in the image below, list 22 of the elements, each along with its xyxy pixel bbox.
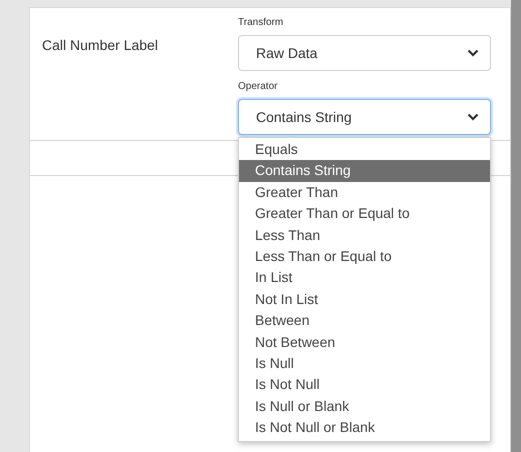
chevron-down-icon [467, 49, 479, 57]
dropdown-option[interactable]: In List [239, 267, 490, 289]
dropdown-option[interactable]: Less Than or Equal to [239, 246, 490, 268]
dropdown-option[interactable]: Is Null or Blank [239, 396, 490, 418]
dropdown-option[interactable]: Is Not Null [239, 374, 490, 396]
operator-label: Operator [238, 81, 278, 93]
scrollbar[interactable] [511, 0, 521, 452]
dropdown-option[interactable]: Greater Than [239, 182, 490, 204]
dropdown-option[interactable]: Between [239, 310, 490, 332]
dropdown-option[interactable]: Contains String [239, 160, 490, 182]
dropdown-option[interactable]: Is Null [239, 352, 490, 374]
operator-select[interactable]: Contains String [238, 99, 491, 135]
transform-label: Transform [238, 17, 284, 29]
dropdown-option[interactable]: Is Not Null or Blank [239, 417, 490, 438]
dropdown-option[interactable]: Equals [239, 139, 490, 160]
dropdown-option[interactable]: Not In List [239, 288, 490, 310]
field-label: Call Number Label [42, 37, 158, 53]
dropdown-option[interactable]: Greater Than or Equal to [239, 203, 490, 225]
chevron-down-icon [467, 113, 479, 121]
transform-select[interactable]: Raw Data [238, 35, 491, 71]
dropdown-option[interactable]: Less Than [239, 224, 490, 246]
dropdown-option[interactable]: Not Between [239, 332, 490, 353]
